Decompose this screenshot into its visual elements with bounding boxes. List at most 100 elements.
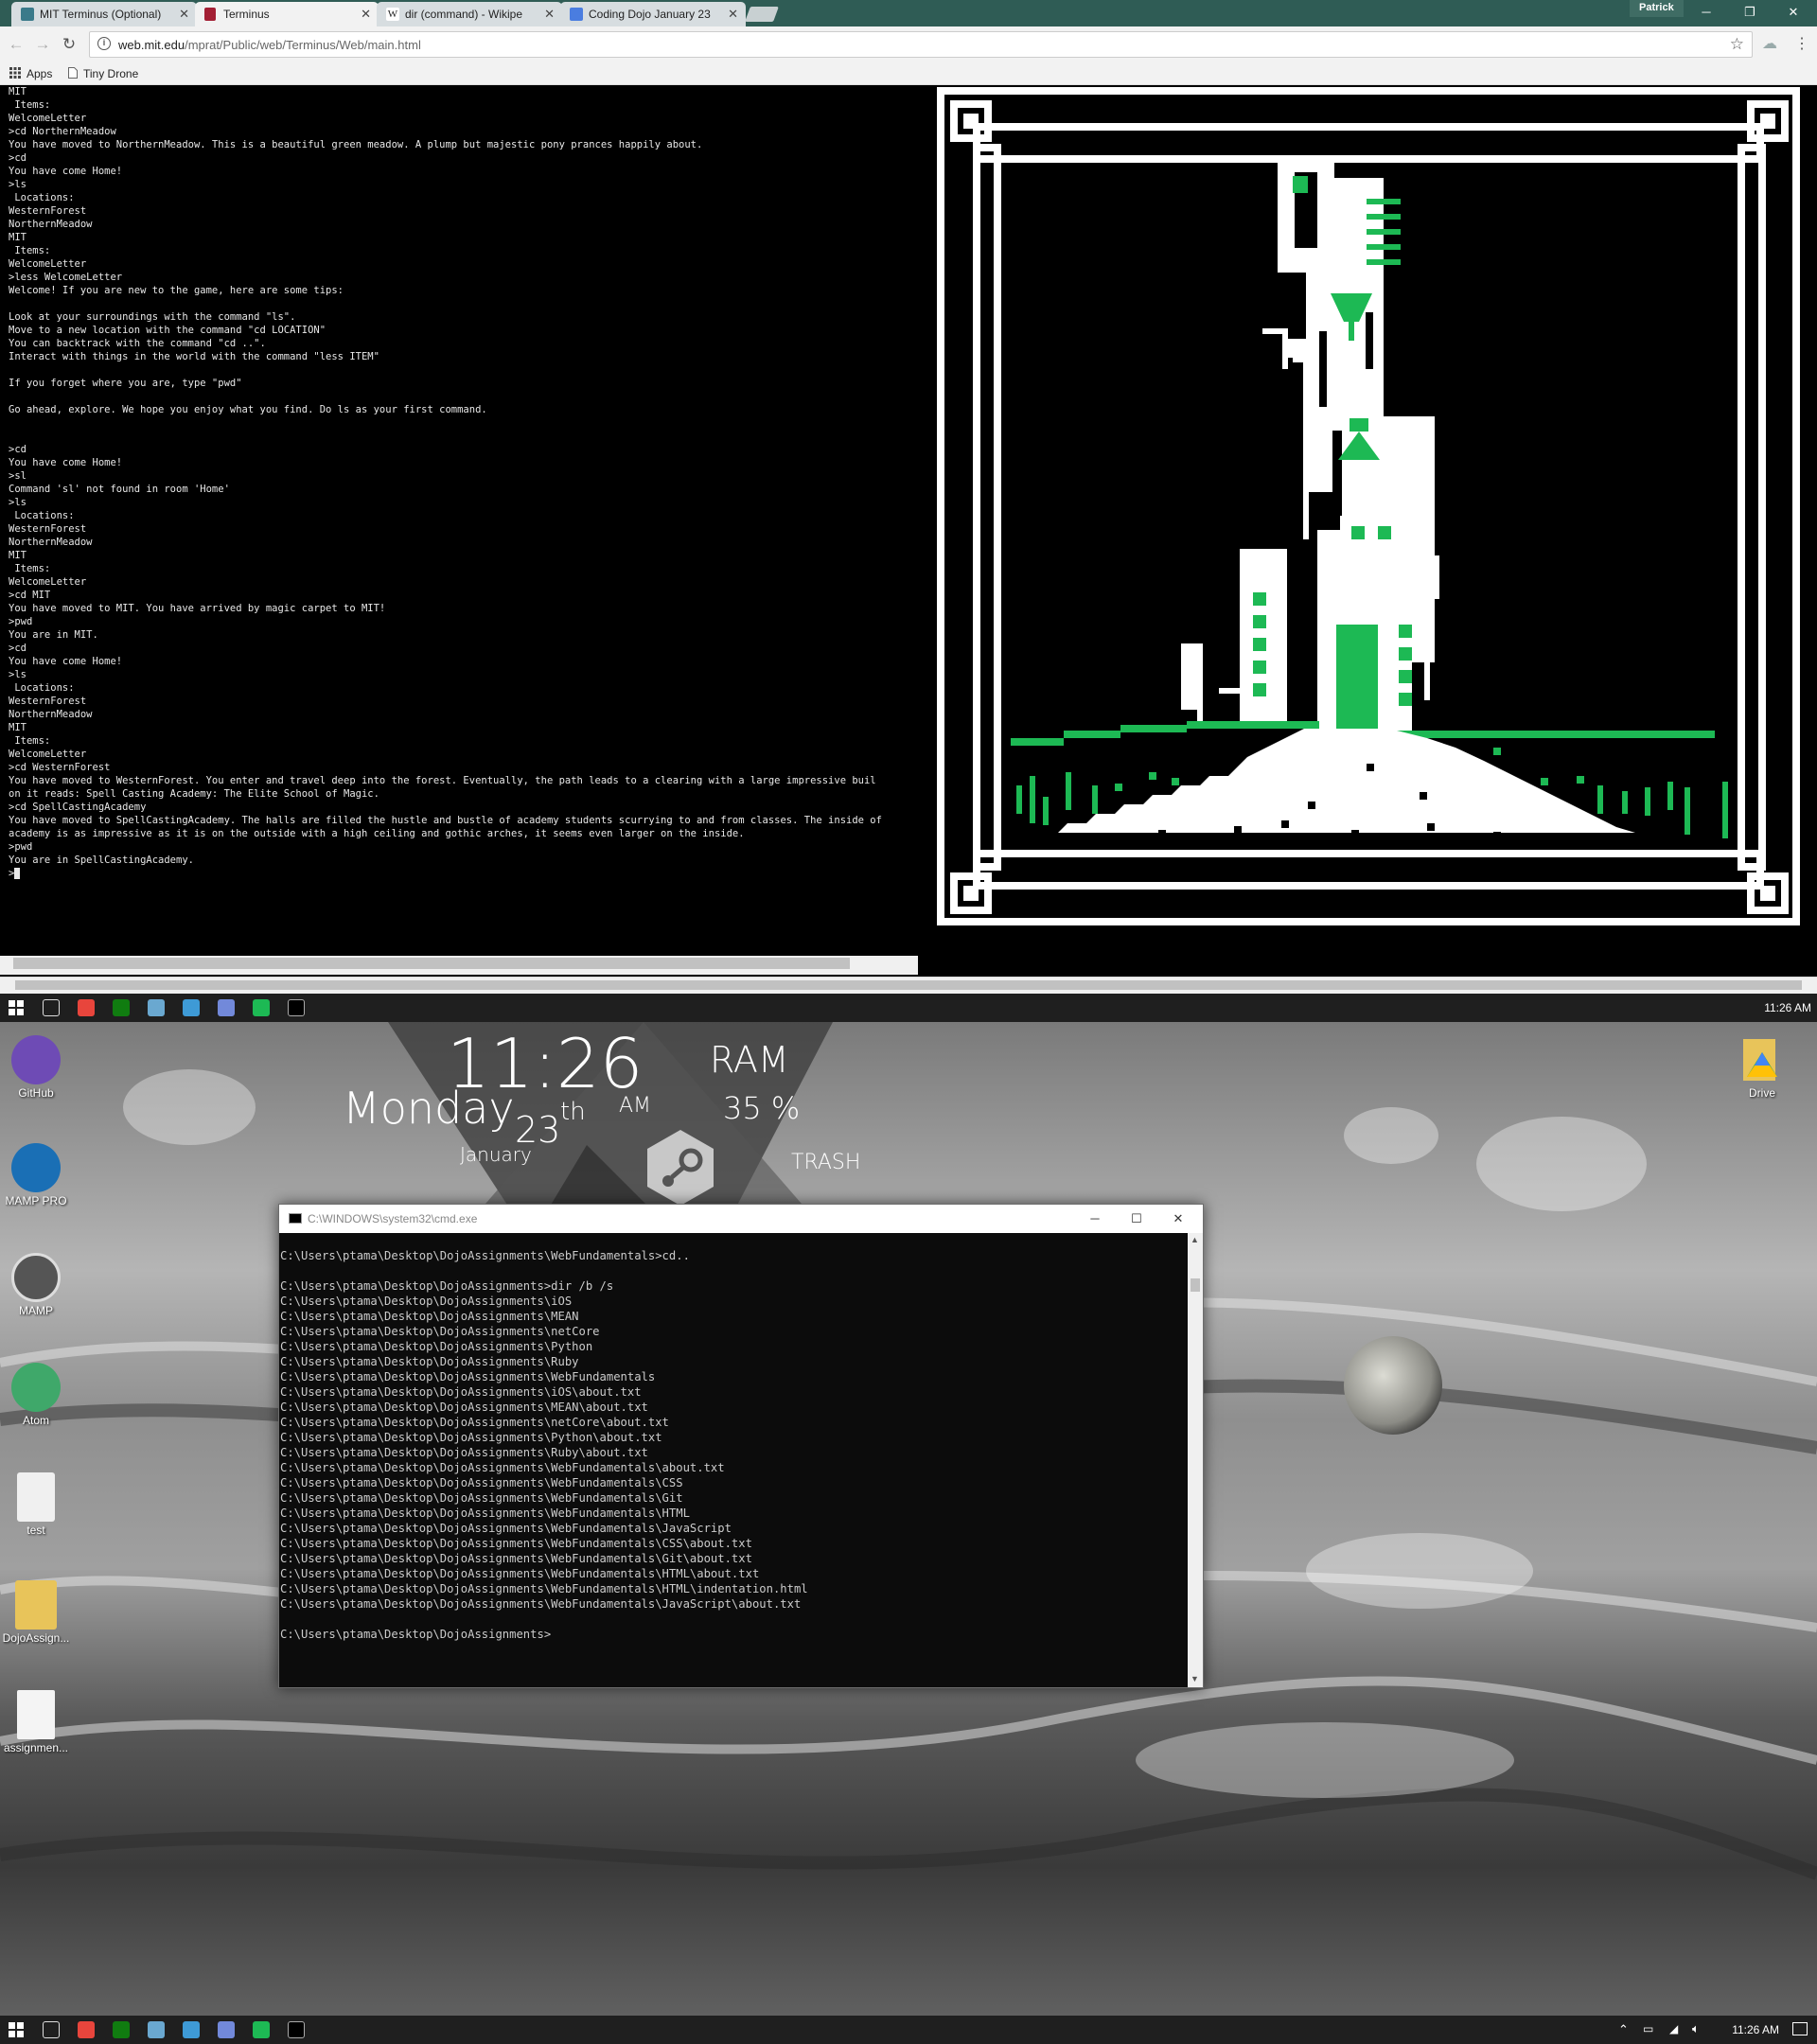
visual-studio-icon[interactable] [183,2021,200,2038]
scroll-up-icon[interactable]: ▲ [1191,1235,1199,1244]
terminal-line: MIT [9,550,26,561]
close-window-button[interactable]: ✕ [1772,2,1815,23]
folder-icon [15,1580,57,1630]
windows-start-icon[interactable] [8,999,25,1016]
desktop-icon-drive[interactable]: Drive [1728,1035,1796,1100]
close-tab-icon[interactable]: ✕ [728,7,738,22]
spotify-icon[interactable] [253,999,270,1016]
terminal-line: >pwd [9,616,33,627]
cmd-icon[interactable] [288,999,305,1016]
reload-button[interactable]: ↻ [59,34,79,55]
terminal-line: WelcomeLetter [9,749,87,760]
visual-studio-icon[interactable] [183,999,200,1016]
trash-button[interactable]: TRASH [791,1151,860,1174]
chrome-menu-icon[interactable]: ⋮ [1794,34,1809,53]
close-tab-icon[interactable]: ✕ [361,7,371,22]
discord-icon[interactable] [218,999,235,1016]
terminal-line: You have moved to WesternForest. You ent… [9,775,876,786]
xbox-icon[interactable] [113,999,130,1016]
chrome-icon[interactable] [78,999,95,1016]
tray-volume-icon[interactable]: 🔈︎ [1692,2021,1700,2036]
taskbar-clock[interactable]: 11:26 AM [1764,1001,1811,1014]
terminal-scroll-thumb[interactable] [13,958,850,969]
terminal-line: You have moved to MIT. You have arrived … [9,603,386,614]
cmd-scroll-thumb[interactable] [1191,1278,1200,1292]
close-tab-icon[interactable]: ✕ [544,7,555,22]
bookmark-apps[interactable]: Apps [9,67,52,81]
close-tab-icon[interactable]: ✕ [179,7,189,22]
ram-value: 35 % [723,1090,801,1126]
bookmark-tiny-drone[interactable]: Tiny Drone [68,67,138,81]
cmd-minimize-button[interactable]: ─ [1074,1208,1116,1229]
discord-icon[interactable] [218,2021,235,2038]
spotify-icon[interactable] [253,2021,270,2038]
address-bar[interactable]: i web.mit.edu/mprat/Public/web/Terminus/… [89,31,1753,58]
info-icon[interactable]: i [97,37,111,50]
cmd-close-button[interactable]: ✕ [1157,1208,1199,1229]
page-scroll-thumb[interactable] [15,980,1802,990]
terminal-line: WelcomeLetter [9,113,87,124]
desktop-icon-atom[interactable]: Atom [2,1363,70,1427]
bookmarks-bar: Apps Tiny Drone [0,62,1817,85]
terminal-line: Locations: [9,510,75,521]
cmd-line: C:\Users\ptama\Desktop\DojoAssignments\W… [280,1537,752,1550]
tab-mit-terminus-optional[interactable]: MIT Terminus (Optional) ✕ [11,2,197,26]
terminal-line: >cd [9,444,26,455]
desktop-icon-github[interactable]: GitHub [2,1035,70,1100]
frame-bottom-bar [973,850,1764,890]
terminal-line: MIT [9,86,26,97]
mit-logo-icon [204,8,216,21]
windows-start-icon[interactable] [8,2021,25,2038]
desktop-icon-dojoassignments[interactable]: DojoAssign... [2,1580,70,1645]
tab-dir-command-wikipedia[interactable]: W dir (command) - Wikipe ✕ [377,2,562,26]
steam-icon[interactable] [148,2021,165,2038]
tab-coding-dojo[interactable]: Coding Dojo January 23 ✕ [560,2,746,26]
profile-button[interactable]: Patrick [1630,0,1684,17]
tray-battery-icon[interactable]: ▭ [1643,2022,1653,2035]
clock-month: January [460,1143,532,1166]
tab-title: Coding Dojo January 23 [589,8,711,21]
page-icon [68,67,78,81]
restore-button[interactable]: ❐ [1728,2,1772,23]
url-text: web.mit.edu/mprat/Public/web/Terminus/We… [118,38,421,52]
cmd-line: C:\Users\ptama\Desktop\DojoAssignments\P… [280,1340,593,1353]
desktop-icon-mamp-pro[interactable]: MAMP PRO [2,1143,70,1207]
cmd-title-bar[interactable]: C:\WINDOWS\system32\cmd.exe ─ ☐ ✕ [279,1205,1203,1233]
bookmark-label: Tiny Drone [83,67,139,80]
action-center-icon[interactable] [1792,2022,1808,2035]
github-icon [11,1035,61,1084]
browser-toolbar: ← → ↻ i web.mit.edu/mprat/Public/web/Ter… [0,26,1817,62]
xbox-icon[interactable] [113,2021,130,2038]
cmd-console[interactable]: C:\Users\ptama\Desktop\DojoAssignments\W… [279,1233,1188,1687]
task-view-icon[interactable] [43,999,60,1016]
cmd-vertical-scrollbar[interactable]: ▲ ▼ [1188,1233,1203,1687]
scroll-down-icon[interactable]: ▼ [1191,1674,1199,1683]
tray-wifi-icon[interactable]: ◢ [1669,2022,1678,2035]
desktop-icon-test[interactable]: test [2,1472,70,1537]
terminal-line: >cd MIT [9,590,51,601]
cmd-line: C:\Users\ptama\Desktop\DojoAssignments>d… [280,1279,614,1293]
task-view-icon[interactable] [43,2021,60,2038]
chrome-icon[interactable] [78,2021,95,2038]
clock-day: Monday [343,1083,515,1134]
steam-icon[interactable] [148,999,165,1016]
terminus-terminal[interactable]: MIT Items: WelcomeLetter >cd NorthernMeado… [0,85,920,958]
new-tab-button[interactable] [745,7,779,22]
minimize-button[interactable]: ─ [1685,2,1728,23]
cmd-maximize-button[interactable]: ☐ [1116,1208,1157,1229]
bookmark-star-icon[interactable]: ☆ [1730,35,1744,54]
desktop-icon-assignment[interactable]: assignmen... [2,1690,70,1754]
cmd-icon[interactable] [288,2021,305,2038]
tray-chevron-icon[interactable]: ⌃ [1618,2022,1629,2037]
cmd-line [280,1263,1188,1278]
terminal-line: NorthernMeadow [9,537,93,548]
taskbar-clock[interactable]: 11:26 AM [1732,2023,1779,2036]
google-drive-icon [1738,1035,1787,1084]
back-button[interactable]: ← [6,34,26,55]
terminal-line: Command 'sl' not found in room 'Home' [9,484,230,495]
tab-terminus[interactable]: Terminus ✕ [195,2,379,26]
desktop-icon-mamp[interactable]: MAMP [2,1253,70,1317]
forward-button[interactable]: → [32,34,53,55]
extension-icon[interactable]: ☁ [1762,34,1781,53]
steam-icon[interactable] [645,1128,715,1207]
